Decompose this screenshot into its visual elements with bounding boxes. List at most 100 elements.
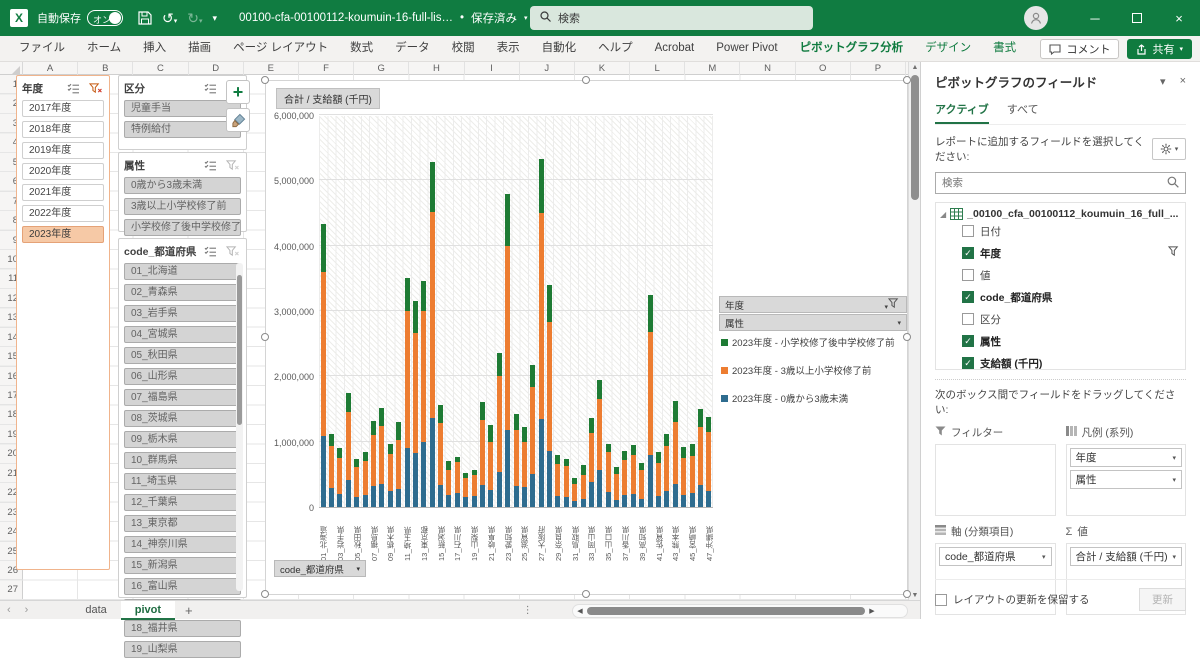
bar-segment-05_秋田県[interactable] (354, 459, 359, 468)
chart-selection-handle[interactable] (903, 76, 911, 84)
bar-segment-47_沖縄県[interactable] (706, 417, 711, 432)
vertical-scroll-thumb[interactable] (911, 75, 919, 200)
slicer-item-0歳から3歳未満[interactable]: 0歳から3歳未満 (124, 177, 241, 194)
bar-segment-46_鹿児島県[interactable] (698, 409, 703, 427)
column-header-A[interactable]: A (23, 62, 78, 75)
ribbon-tab-ページ レイアウト[interactable]: ページ レイアウト (222, 36, 339, 61)
tools-gear-button[interactable]: ▾ (1152, 138, 1186, 160)
bar-segment-31_鳥取県[interactable] (572, 501, 577, 507)
bar-segment-27_大阪府[interactable] (539, 213, 544, 419)
bar-segment-17_石川県[interactable] (455, 457, 460, 462)
chart-selection-handle[interactable] (903, 333, 911, 341)
bar-segment-47_沖縄県[interactable] (706, 432, 711, 492)
bar-segment-26_京都府[interactable] (530, 365, 535, 387)
column-header-E[interactable]: E (244, 62, 299, 75)
bar-segment-04_宮城県[interactable] (346, 393, 351, 412)
bar-segment-27_大阪府[interactable] (539, 159, 544, 213)
bar-segment-19_山梨県[interactable] (472, 475, 477, 496)
ribbon-tab-Power Pivot[interactable]: Power Pivot (705, 36, 788, 61)
bar-segment-08_茨城県[interactable] (379, 426, 384, 484)
column-header-K[interactable]: K (575, 62, 630, 75)
bar-segment-44_大分県[interactable] (681, 447, 686, 458)
slicer-属性[interactable]: 属性0歳から3歳未満3歳以上小学校修了前小学校修了後中学校修了前 (118, 152, 247, 232)
bar-segment-38_愛媛県[interactable] (631, 494, 636, 507)
clear-filter-icon[interactable] (223, 158, 241, 173)
slicer-item-2020年度[interactable]: 2020年度 (22, 163, 104, 180)
slicer-item-10_群馬県[interactable]: 10_群馬県 (124, 452, 241, 469)
ribbon-tab-Acrobat[interactable]: Acrobat (644, 36, 706, 61)
bar-segment-32_島根県[interactable] (581, 465, 586, 476)
column-header-B[interactable]: B (78, 62, 133, 75)
chart-selection-handle[interactable] (261, 333, 269, 341)
bar-segment-35_山口県[interactable] (606, 452, 611, 492)
ribbon-tab-書式[interactable]: 書式 (982, 36, 1027, 61)
column-header-C[interactable]: C (133, 62, 188, 75)
chart-selection-handle[interactable] (903, 590, 911, 598)
add-sheet-button[interactable]: + (175, 603, 203, 618)
scroll-right-icon[interactable]: ▶ (865, 607, 879, 615)
ribbon-tab-データ[interactable]: データ (384, 36, 441, 61)
bar-segment-14_神奈川県[interactable] (430, 212, 435, 419)
bar-segment-12_千葉県[interactable] (413, 301, 418, 333)
slicer-年度[interactable]: 年度2017年度2018年度2019年度2020年度2021年度2022年度20… (16, 75, 110, 570)
bar-segment-39_高知県[interactable] (639, 463, 644, 471)
bar-segment-06_山形県[interactable] (363, 461, 368, 495)
bar-segment-12_千葉県[interactable] (413, 333, 418, 453)
field-row-支給額 (千円)[interactable]: ✓支給額 (千円) (940, 352, 1181, 370)
scroll-left-icon[interactable]: ◀ (573, 607, 587, 615)
slicer-item-19_山梨県[interactable]: 19_山梨県 (124, 641, 241, 658)
column-header-M[interactable]: M (685, 62, 740, 75)
bar-segment-43_熊本県[interactable] (673, 422, 678, 483)
panel-close-icon[interactable]: × (1180, 75, 1186, 88)
saved-status-chevron-icon[interactable]: ▾ (524, 14, 528, 22)
field-checkbox[interactable] (962, 313, 974, 325)
bar-segment-26_京都府[interactable] (530, 474, 535, 507)
ribbon-tab-描画[interactable]: 描画 (177, 36, 222, 61)
field-row-値[interactable]: 値 (940, 264, 1181, 286)
bar-segment-22_静岡県[interactable] (497, 472, 502, 507)
bar-segment-42_長崎県[interactable] (664, 491, 669, 507)
chart-styles-brush-button[interactable] (226, 108, 250, 132)
bar-segment-25_滋賀県[interactable] (522, 487, 527, 507)
bar-segment-04_宮城県[interactable] (346, 480, 351, 507)
bar-segment-41_佐賀県[interactable] (656, 452, 661, 463)
chart-selection-handle[interactable] (582, 590, 590, 598)
sheet-nav-prev-icon[interactable]: ‹ (0, 604, 18, 616)
ribbon-tab-自動化[interactable]: 自動化 (531, 36, 588, 61)
bar-segment-40_福岡県[interactable] (648, 455, 653, 507)
bar-segment-20_長野県[interactable] (480, 402, 485, 420)
slicer-item-01_北海道[interactable]: 01_北海道 (124, 263, 241, 280)
slicer-item-12_千葉県[interactable]: 12_千葉県 (124, 494, 241, 511)
excel-app-icon[interactable] (10, 9, 28, 27)
bar-segment-44_大分県[interactable] (681, 458, 686, 495)
multi-select-icon[interactable] (201, 81, 219, 96)
bar-segment-40_福岡県[interactable] (648, 295, 653, 332)
vertical-scrollbar[interactable]: ▲ ▼ (908, 62, 920, 602)
bar-segment-46_鹿児島県[interactable] (698, 485, 703, 507)
bar-segment-27_大阪府[interactable] (539, 419, 544, 507)
bar-segment-38_愛媛県[interactable] (631, 455, 636, 494)
sheet-nav-next-icon[interactable]: › (18, 604, 36, 616)
column-header-J[interactable]: J (520, 62, 575, 75)
field-row-区分[interactable]: 区分 (940, 308, 1181, 330)
bar-segment-36_徳島県[interactable] (614, 500, 619, 507)
multi-select-icon[interactable] (201, 244, 219, 259)
autosave-toggle-group[interactable]: 自動保存 オン (37, 10, 123, 26)
bar-segment-01_北海道[interactable] (321, 272, 326, 437)
bar-segment-39_高知県[interactable] (639, 470, 644, 498)
chart-value-field-button[interactable]: 合計 / 支給額 (千円) (276, 88, 380, 109)
bar-segment-11_埼玉県[interactable] (405, 448, 410, 507)
slicer-item-特例給付[interactable]: 特例給付 (124, 121, 241, 138)
slicer-item-2018年度[interactable]: 2018年度 (22, 121, 104, 138)
bar-segment-09_栃木県[interactable] (388, 444, 393, 455)
ribbon-tab-ホーム[interactable]: ホーム (76, 36, 132, 61)
chart-selection-handle[interactable] (261, 76, 269, 84)
bar-segment-47_沖縄県[interactable] (706, 491, 711, 507)
slicer-item-07_福島県[interactable]: 07_福島県 (124, 389, 241, 406)
bar-segment-29_奈良県[interactable] (555, 464, 560, 496)
slicer-item-2023年度[interactable]: 2023年度 (22, 226, 104, 243)
bar-segment-37_香川県[interactable] (622, 460, 627, 495)
bar-segment-30_和歌山県[interactable] (564, 466, 569, 497)
bar-segment-39_高知県[interactable] (639, 499, 644, 508)
bar-segment-13_東京都[interactable] (421, 442, 426, 507)
